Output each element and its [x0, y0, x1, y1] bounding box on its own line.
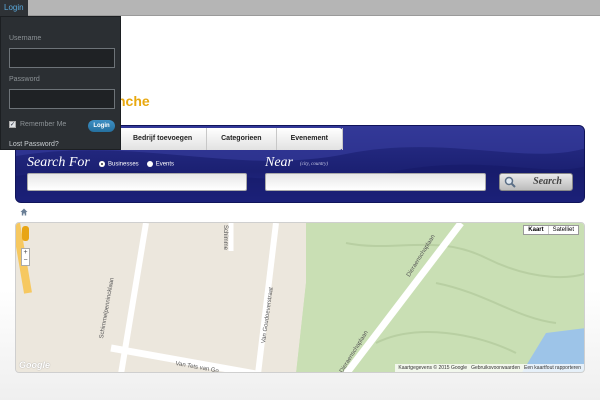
- home-icon[interactable]: [20, 208, 28, 216]
- option-events[interactable]: Events: [146, 161, 174, 168]
- password-label: Password: [9, 76, 40, 83]
- search-button[interactable]: Search: [499, 173, 573, 191]
- near-hint: (city, country): [300, 162, 329, 167]
- map-data-credit: Kaartgegevens © 2015 Google: [398, 365, 468, 371]
- map-view[interactable]: Schimmelpennincklaan Van Goudoeverstraat…: [15, 222, 585, 373]
- nav-item-bedrijf-toevoegen[interactable]: Bedrijf toevoegen: [119, 128, 208, 150]
- login-panel: Username Password ✓ Remember Me Login Lo…: [0, 16, 121, 150]
- keyword-input[interactable]: [27, 173, 247, 191]
- map-tiles: [16, 223, 584, 372]
- radio-events[interactable]: [146, 161, 153, 167]
- login-button[interactable]: Login: [88, 120, 115, 132]
- report-error-link[interactable]: Een kaartfout rapporteren: [524, 365, 581, 371]
- remember-label: Remember Me: [20, 121, 67, 128]
- pegman-icon[interactable]: [22, 226, 29, 241]
- username-input[interactable]: [9, 48, 115, 68]
- nav-item-categorieen[interactable]: Categorieen: [207, 128, 277, 150]
- map-type-satelliet[interactable]: Satelliet: [549, 226, 578, 234]
- main-nav: Bedrijf toevoegen Categorieen Evenement: [16, 128, 343, 150]
- nav-item-evenement[interactable]: Evenement: [277, 128, 343, 150]
- search-for-label: Search For: [27, 155, 90, 170]
- near-label: Near: [265, 155, 293, 170]
- remember-checkbox[interactable]: ✓: [9, 121, 16, 128]
- zoom-control: + −: [21, 248, 30, 266]
- zoom-out-button[interactable]: −: [22, 257, 29, 265]
- login-tab[interactable]: Login: [0, 0, 28, 16]
- google-logo[interactable]: Google: [19, 360, 50, 370]
- top-bar: Login: [0, 0, 600, 16]
- remember-me: ✓ Remember Me: [9, 121, 66, 128]
- username-label: Username: [9, 35, 42, 42]
- radio-businesses[interactable]: [99, 161, 105, 167]
- search-type-options: Businesses Events: [99, 161, 174, 168]
- option-businesses[interactable]: Businesses: [99, 161, 139, 168]
- map-type-kaart[interactable]: Kaart: [524, 226, 549, 234]
- zoom-in-button[interactable]: +: [22, 249, 29, 257]
- street-label: Schimme: [222, 225, 228, 251]
- map-attribution: Kaartgegevens © 2015 Google Gebruiksvoor…: [395, 364, 584, 372]
- password-input[interactable]: [9, 89, 115, 109]
- lost-password-link[interactable]: Lost Password?: [9, 141, 59, 148]
- search-icon: [504, 176, 516, 188]
- terms-link[interactable]: Gebruiksvoorwaarden: [471, 365, 520, 371]
- map-type-control: Kaart Satelliet: [523, 225, 579, 235]
- site-logo-text[interactable]: nche: [117, 93, 150, 109]
- near-input[interactable]: [265, 173, 486, 191]
